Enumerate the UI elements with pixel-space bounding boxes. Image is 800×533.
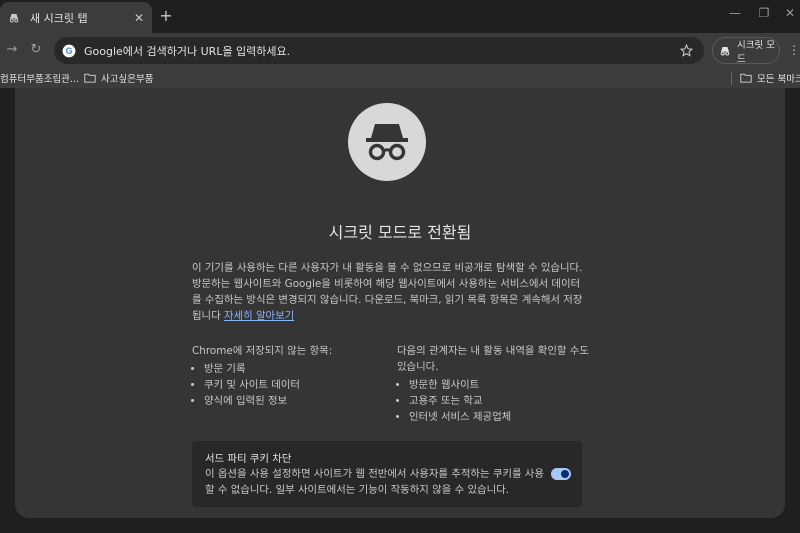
bookmark-folder[interactable]: 사고싶은부품 [84,71,153,85]
omnibox[interactable]: G Google에서 검색하거나 URL을 입력하세요. [54,37,704,64]
svg-text:G: G [66,45,73,55]
intro-paragraph: 이 기기를 사용하는 다른 사용자가 내 활동을 볼 수 없으므로 비공개로 탐… [192,260,584,324]
may-see-section: 다음의 관계자는 내 활동 내역을 확인할 수도 있습니다. 방문한 웹사이트 … [397,343,597,425]
bookmark-item[interactable]: 컴퓨터부품조립관... [0,71,79,85]
list-item: 방문 기록 [204,361,382,377]
bookmarks-divider [731,72,732,85]
incognito-icon [8,12,20,24]
window-close-icon[interactable]: ✕ [780,6,800,24]
bookmark-star-icon[interactable] [678,43,694,59]
forward-icon[interactable]: → [4,42,20,58]
toggle-knob [561,470,569,478]
page-title: 시크릿 모드로 전환됨 [328,223,472,242]
list-item: 양식에 입력된 정보 [204,393,382,409]
not-saved-heading: Chrome에 저장되지 않는 항목: [192,345,333,357]
google-icon: G [62,44,76,58]
folder-icon [84,73,96,83]
reload-icon[interactable]: ↻ [28,42,44,58]
close-tab-icon[interactable]: ✕ [132,11,146,25]
cookie-description: 이 옵션을 사용 설정하면 사이트가 웹 전반에서 사용자를 추적하는 쿠키를 … [205,468,544,496]
minimize-icon[interactable]: — [725,6,745,24]
may-see-heading: 다음의 관계자는 내 활동 내역을 확인할 수도 있습니다. [397,345,589,373]
all-bookmarks-label: 모든 북마크 [757,74,800,85]
tab-title: 새 시크릿 탭 [30,11,88,25]
incognito-spy-icon [348,103,426,181]
folder-icon [740,73,752,83]
omnibox-placeholder: Google에서 검색하거나 URL을 입력하세요. [84,44,291,58]
new-tab-button[interactable]: + [158,8,174,24]
bookmark-label: 사고싶은부품 [101,74,154,85]
incognito-page: 시크릿 모드로 전환됨 이 기기를 사용하는 다른 사용자가 내 활동을 볼 수… [15,88,785,518]
cookie-block-toggle[interactable] [551,468,571,480]
toolbar: → ↻ G Google에서 검색하거나 URL을 입력하세요. 시크릿 모드 … [0,33,800,68]
bookmark-label: 컴퓨터부품조립관... [0,74,79,85]
all-bookmarks-folder[interactable]: 모든 북마크 [740,71,800,85]
list-item: 쿠키 및 사이트 데이터 [204,377,382,393]
incognito-icon [719,45,731,57]
third-party-cookie-card: 서드 파티 쿠키 차단 이 옵션을 사용 설정하면 사이트가 웹 전반에서 사용… [192,441,582,507]
incognito-label: 시크릿 모드 [737,39,775,65]
tab-incognito[interactable]: 새 시크릿 탭 ✕ [0,2,152,33]
incognito-indicator-button[interactable]: 시크릿 모드 [712,37,780,65]
cookie-title: 서드 파티 쿠키 차단 [205,453,292,465]
menu-icon[interactable]: ⋮ [788,42,800,58]
list-item: 고용주 또는 학교 [409,393,597,409]
tab-strip: 새 시크릿 탭 ✕ + — ❐ ✕ [0,0,800,33]
list-item: 방문한 웹사이트 [409,377,597,393]
list-item: 인터넷 서비스 제공업체 [409,409,597,425]
not-saved-section: Chrome에 저장되지 않는 항목: 방문 기록 쿠키 및 사이트 데이터 양… [192,343,382,409]
bookmarks-bar: 컴퓨터부품조립관... 사고싶은부품 모든 북마크 [0,68,800,88]
restore-icon[interactable]: ❐ [754,6,774,24]
learn-more-link[interactable]: 자세히 알아보기 [224,310,294,322]
